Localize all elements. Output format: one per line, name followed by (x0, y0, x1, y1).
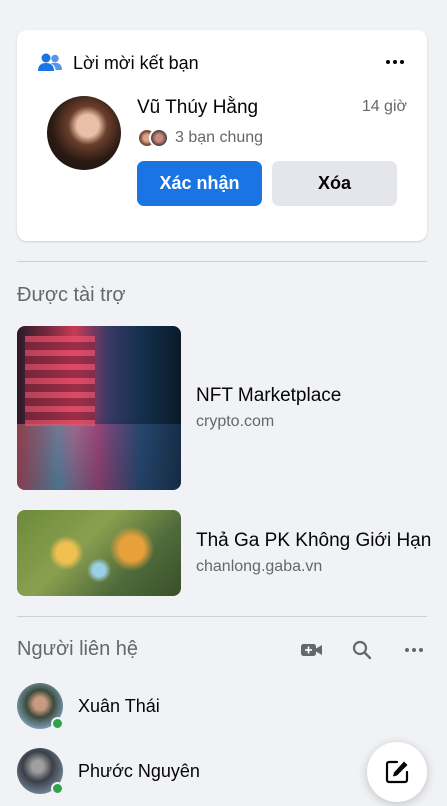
compose-icon (385, 760, 409, 784)
friends-icon (38, 53, 62, 71)
ad-item[interactable]: Thả Ga PK Không Giới Hạn chanlong.gaba.v… (17, 510, 431, 596)
contact-item[interactable]: Xuân Thái (17, 683, 160, 730)
ad-image (17, 326, 181, 490)
more-icon (386, 60, 404, 64)
friend-request-name[interactable]: Vũ Thúy Hằng (137, 97, 258, 119)
new-room-button[interactable] (300, 638, 324, 662)
contact-item[interactable]: Phước Nguyên (17, 748, 200, 795)
confirm-button[interactable]: Xác nhận (137, 161, 262, 206)
contact-avatar (17, 748, 64, 795)
contacts-header: Người liên hệ (17, 636, 427, 664)
ad-image (17, 510, 181, 596)
sponsored-title: Được tài trợ (17, 284, 126, 306)
ad-title: NFT Marketplace (196, 385, 342, 406)
ad-domain: crypto.com (196, 413, 275, 430)
mutual-friends-count: 3 bạn chung (175, 129, 264, 146)
more-options-button[interactable] (383, 52, 407, 72)
search-icon (352, 640, 372, 660)
mutual-friends[interactable]: 3 bạn chung (137, 128, 263, 148)
online-indicator (51, 717, 64, 730)
contacts-title: Người liên hệ (17, 638, 139, 660)
more-icon (405, 648, 423, 652)
friend-request-card: Lời mời kết bạn Vũ Thúy Hằng 14 giờ 3 bạ… (17, 30, 427, 241)
friend-request-avatar[interactable] (47, 96, 121, 170)
video-plus-icon (301, 644, 322, 656)
new-message-button[interactable] (367, 742, 427, 802)
friend-request-header: Lời mời kết bạn (37, 52, 199, 74)
mutual-friend-avatar (149, 128, 169, 148)
contact-name: Phước Nguyên (78, 760, 200, 781)
contact-name: Xuân Thái (78, 695, 160, 716)
ad-domain: chanlong.gaba.vn (196, 558, 323, 575)
delete-button[interactable]: Xóa (272, 161, 397, 206)
divider (17, 261, 427, 262)
ad-item[interactable]: NFT Marketplace crypto.com (17, 326, 341, 490)
contact-avatar (17, 683, 64, 730)
search-contacts-button[interactable] (350, 638, 374, 662)
friend-request-title: Lời mời kết bạn (73, 52, 199, 73)
online-indicator (51, 782, 64, 795)
friend-request-time: 14 giờ (361, 98, 407, 115)
contacts-options-button[interactable] (402, 638, 426, 662)
ad-title: Thả Ga PK Không Giới Hạn (196, 530, 432, 551)
divider (17, 616, 427, 617)
